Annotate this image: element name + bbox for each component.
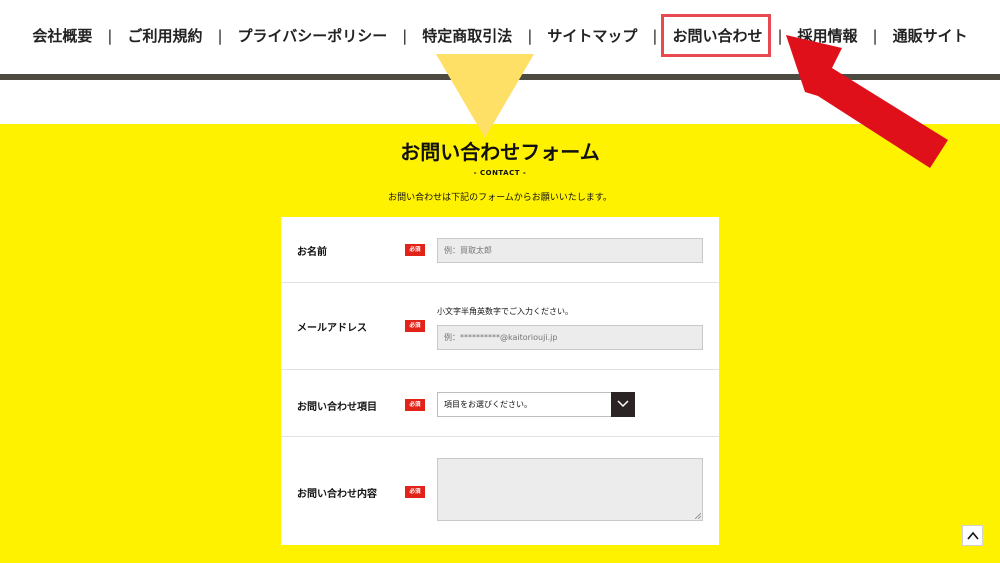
resize-grip-icon[interactable]: [695, 513, 701, 519]
form-row-email: 小文字半角英数字でご入力ください。 メールアドレス 必須: [281, 283, 719, 370]
nav-item-commerce-law[interactable]: 特定商取引法: [410, 22, 524, 50]
form-row-name: お名前 必須: [281, 217, 719, 283]
nav-item-privacy[interactable]: プライバシーポリシー: [226, 22, 400, 50]
required-badge: 必須: [405, 320, 425, 332]
name-label: お名前: [297, 247, 327, 258]
top-navigation: 会社概要 | ご利用規約 | プライバシーポリシー | 特定商取引法 | サイト…: [0, 0, 1000, 74]
required-badge: 必須: [405, 486, 425, 498]
select-toggle-button[interactable]: [611, 392, 635, 417]
form-row-item: お問い合わせ項目 必須 項目をお選びください。: [281, 370, 719, 437]
item-select[interactable]: 項目をお選びください。: [437, 392, 635, 417]
nav-separator: |: [217, 27, 223, 45]
chevron-up-icon: [967, 531, 979, 540]
email-hint: 小文字半角英数字でご入力ください。: [437, 307, 573, 316]
nav-separator: |: [107, 27, 113, 45]
required-badge: 必須: [405, 399, 425, 411]
content-label: お問い合わせ内容: [297, 489, 377, 500]
email-label: メールアドレス: [297, 323, 367, 334]
form-description: お問い合わせは下記のフォームからお願いいたします。: [388, 193, 612, 203]
nav-separator: |: [872, 27, 878, 45]
nav-item-terms[interactable]: ご利用規約: [115, 22, 214, 50]
email-input[interactable]: [437, 325, 703, 350]
nav-item-company[interactable]: 会社概要: [20, 22, 104, 50]
nav-separator: |: [652, 27, 658, 45]
nav-list: 会社概要 | ご利用規約 | プライバシーポリシー | 特定商取引法 | サイト…: [0, 22, 1000, 50]
item-select-value: 項目をお選びください。: [444, 400, 532, 409]
name-input[interactable]: [437, 238, 703, 263]
nav-item-online-shop[interactable]: 通販サイト: [881, 22, 980, 50]
nav-separator: |: [402, 27, 408, 45]
form-subtitle: - CONTACT -: [473, 169, 527, 177]
chevron-down-icon: [617, 400, 629, 408]
item-label: お問い合わせ項目: [297, 402, 377, 413]
form-row-content: お問い合わせ内容 必須: [281, 437, 719, 545]
nav-item-recruit[interactable]: 採用情報: [786, 22, 870, 50]
back-to-top-button[interactable]: [962, 525, 983, 546]
required-badge: 必須: [405, 244, 425, 256]
contact-form: お名前 必須 小文字半角英数字でご入力ください。 メールアドレス 必須 お問い合…: [281, 217, 719, 545]
nav-bottom-bar: [0, 74, 1000, 80]
contact-highlight-box: [661, 14, 771, 57]
nav-separator: |: [777, 27, 783, 45]
content-textarea[interactable]: [437, 458, 703, 521]
nav-separator: |: [527, 27, 533, 45]
form-title: お問い合わせフォーム: [400, 140, 600, 164]
nav-item-sitemap[interactable]: サイトマップ: [535, 22, 649, 50]
